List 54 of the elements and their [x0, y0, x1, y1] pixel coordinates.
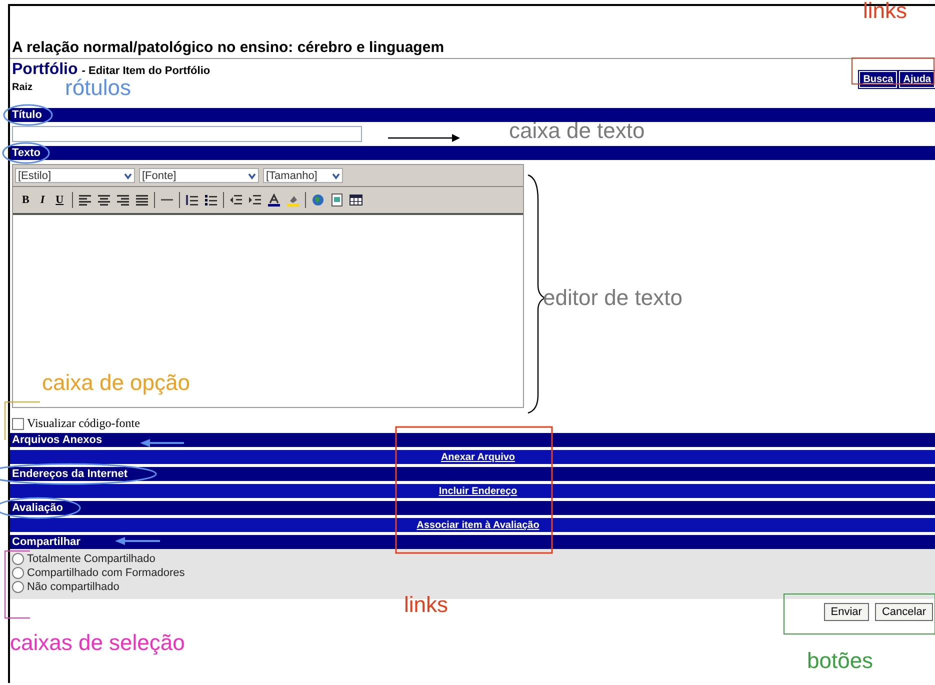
- section-header: Título: [10, 108, 935, 122]
- section-header: Avaliação: [10, 501, 935, 515]
- globe-icon[interactable]: [310, 193, 325, 207]
- align-right-icon[interactable]: [116, 193, 130, 207]
- annotation-label: links: [863, 0, 908, 24]
- radio-label: Não compartilhado: [27, 581, 120, 593]
- section-header: Arquivos Anexos: [10, 433, 935, 447]
- callout-ellipse: [2, 142, 50, 164]
- radio-button[interactable]: [12, 567, 24, 579]
- section-header: Compartilhar: [10, 535, 935, 549]
- annotation-label: caixas de seleção: [10, 630, 185, 656]
- table-icon[interactable]: [348, 193, 363, 207]
- checkbox[interactable]: [12, 418, 24, 430]
- callout-ellipse: [3, 104, 53, 126]
- radio-button[interactable]: [12, 553, 24, 565]
- submit-button[interactable]: Enviar: [824, 603, 869, 621]
- arrow: [388, 134, 460, 142]
- radio-button[interactable]: [12, 581, 24, 593]
- annotation-label: caixa de opção: [42, 370, 190, 396]
- dropdown[interactable]: [Fonte]: [139, 168, 259, 183]
- justify-icon[interactable]: [134, 193, 149, 207]
- numbered-list-icon[interactable]: [184, 193, 199, 207]
- section-link[interactable]: Anexar Arquivo: [440, 452, 516, 462]
- annotation-label: editor de texto: [543, 285, 682, 311]
- page-subtitle: - Editar Item do Portfólio: [82, 65, 210, 77]
- align-center-icon[interactable]: [96, 193, 111, 207]
- section-header: Texto: [10, 146, 935, 160]
- bullet-list-icon[interactable]: [204, 193, 218, 207]
- annotation-label: links: [404, 592, 448, 618]
- arrow: [140, 439, 184, 447]
- title-input[interactable]: [12, 126, 362, 142]
- cancel-button[interactable]: Cancelar: [874, 603, 933, 621]
- dropdown[interactable]: [Tamanho]: [263, 168, 343, 183]
- page-title: A relação normal/patológico no ensino: cérebro e linguagem: [10, 36, 935, 59]
- breadcrumb[interactable]: Raiz: [12, 82, 33, 93]
- radio-label: Compartilhado com Formadores: [27, 567, 185, 579]
- indent-icon[interactable]: [248, 193, 262, 207]
- section-header: Endereços da Internet: [10, 467, 935, 481]
- annotation-label: botões: [807, 648, 874, 674]
- checkbox-label: Visualizar código-fonte: [27, 416, 140, 431]
- outdent-icon[interactable]: [228, 193, 243, 207]
- radio-label: Totalmente Compartilhado: [27, 553, 156, 565]
- align-left-icon[interactable]: [78, 193, 92, 207]
- section-link[interactable]: Incluir Endereço: [438, 486, 518, 496]
- image-icon[interactable]: [330, 193, 344, 207]
- format-button[interactable]: I: [37, 194, 48, 206]
- format-button[interactable]: U: [52, 194, 67, 206]
- section-link[interactable]: Associar item à Avaliação: [416, 520, 540, 530]
- top-link[interactable]: Busca: [859, 71, 898, 88]
- font-color-icon[interactable]: [266, 193, 281, 207]
- format-button[interactable]: B: [19, 194, 32, 206]
- dropdown[interactable]: [Estilo]: [15, 168, 135, 183]
- top-link[interactable]: Ajuda: [899, 71, 935, 88]
- arrow: [115, 537, 160, 545]
